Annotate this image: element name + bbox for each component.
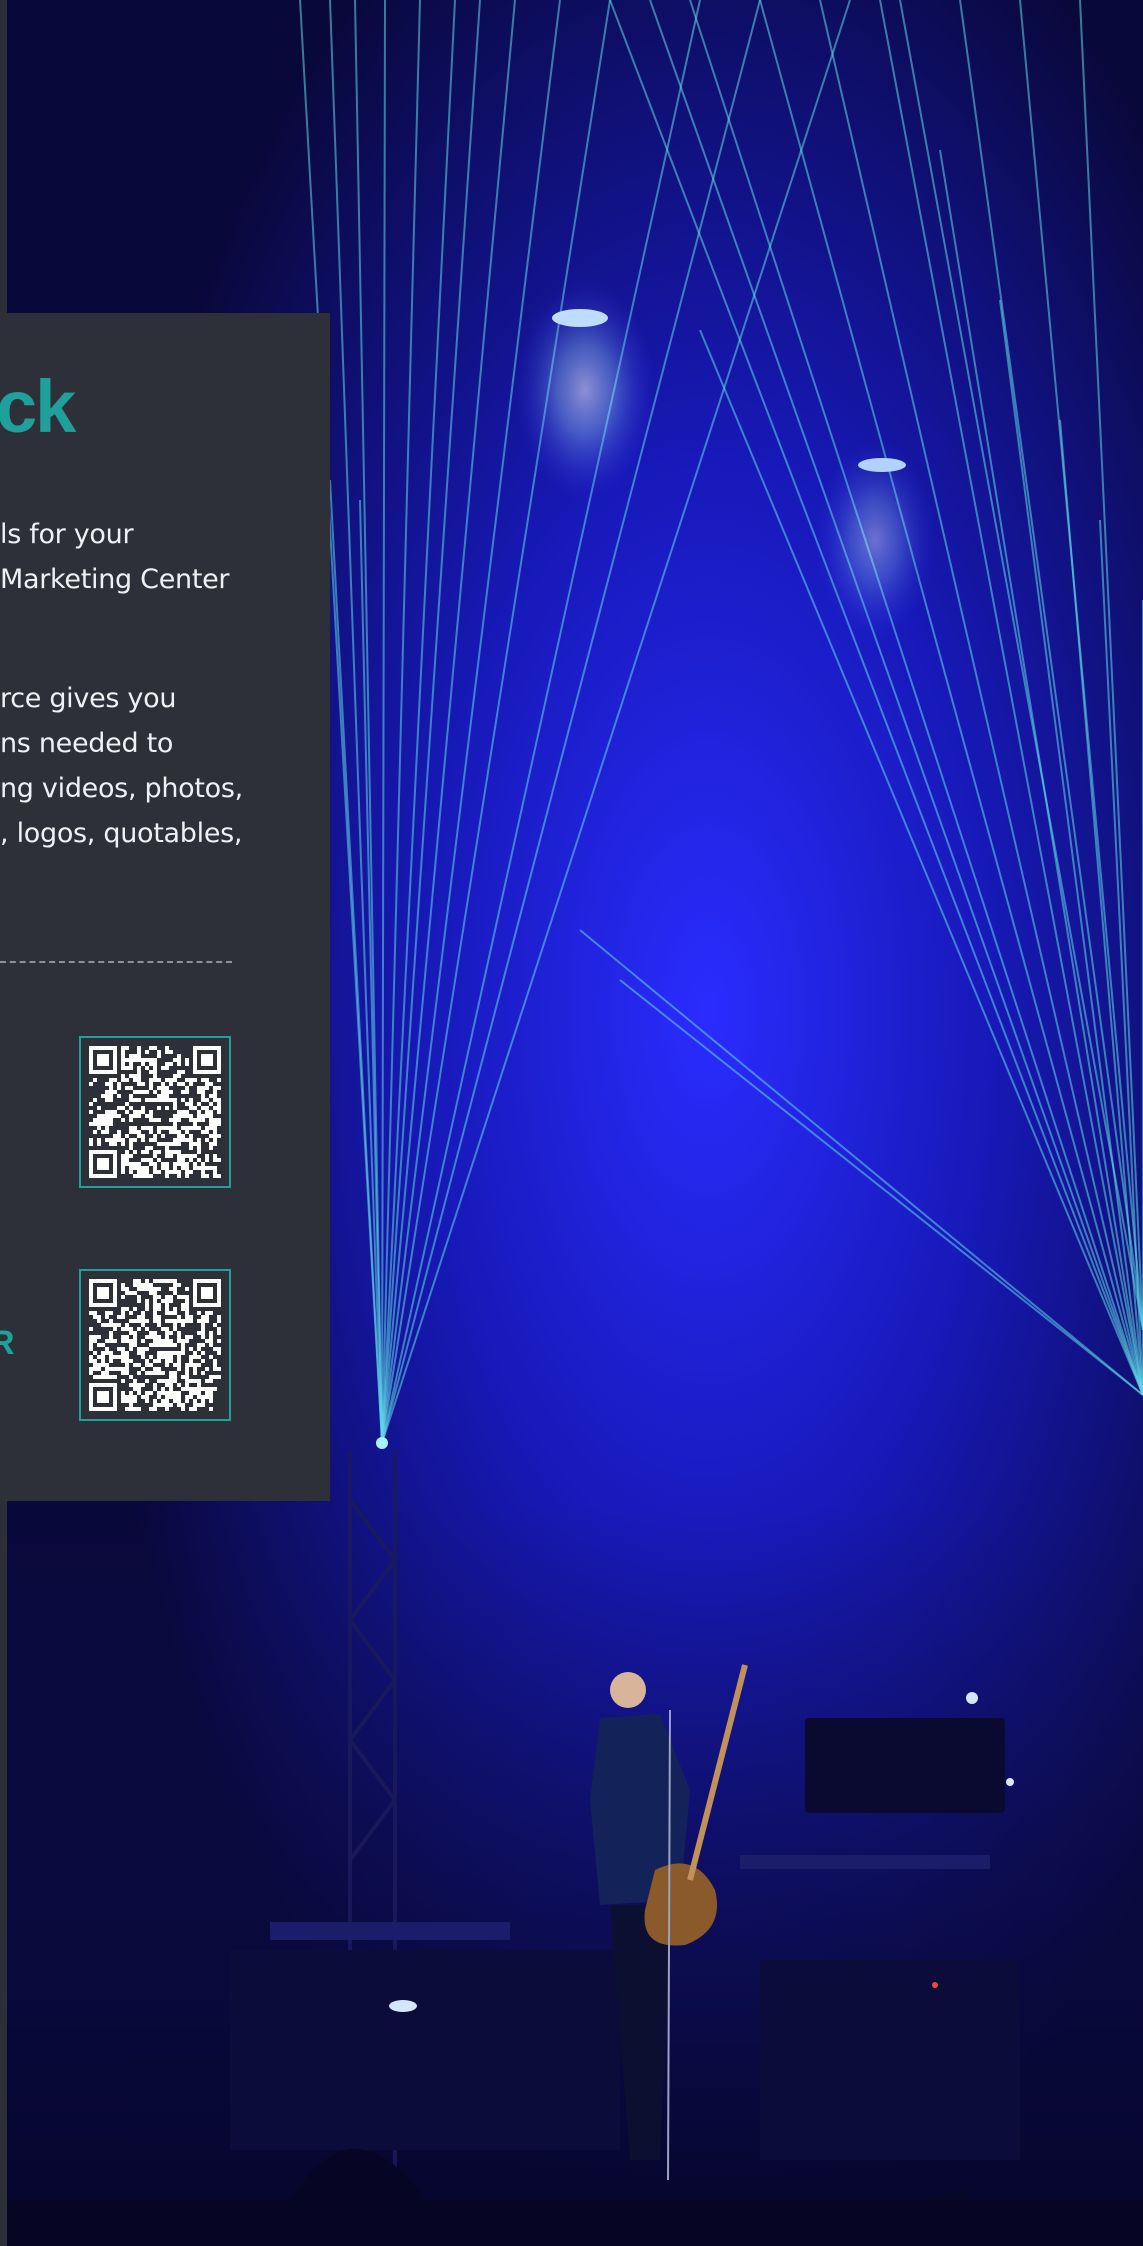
intro-line: Marketing Center <box>0 564 230 595</box>
laser-origin <box>376 1437 388 1449</box>
qr-code-icon <box>89 1279 221 1411</box>
qr-code-icon <box>89 1046 221 1178</box>
body-line: , logos, quotables, <box>0 818 243 849</box>
spotlight-1-glow <box>515 280 655 500</box>
body-paragraph: rce gives you ns needed to ng videos, ph… <box>0 676 330 856</box>
intro-line: ls for your <box>0 519 134 550</box>
qr-code-1[interactable] <box>79 1036 231 1188</box>
intro-paragraph: ls for your Marketing Center <box>0 512 330 602</box>
body-line: ng videos, photos, <box>0 773 243 804</box>
qr-code-2[interactable] <box>79 1269 231 1421</box>
qr-code-2-label: R <box>0 1324 15 1362</box>
spotlight-2-glow <box>815 440 935 640</box>
body-line: ns needed to <box>0 728 174 759</box>
panel-title: ck <box>0 365 76 448</box>
dashed-divider <box>0 961 232 963</box>
body-line: rce gives you <box>0 683 177 714</box>
